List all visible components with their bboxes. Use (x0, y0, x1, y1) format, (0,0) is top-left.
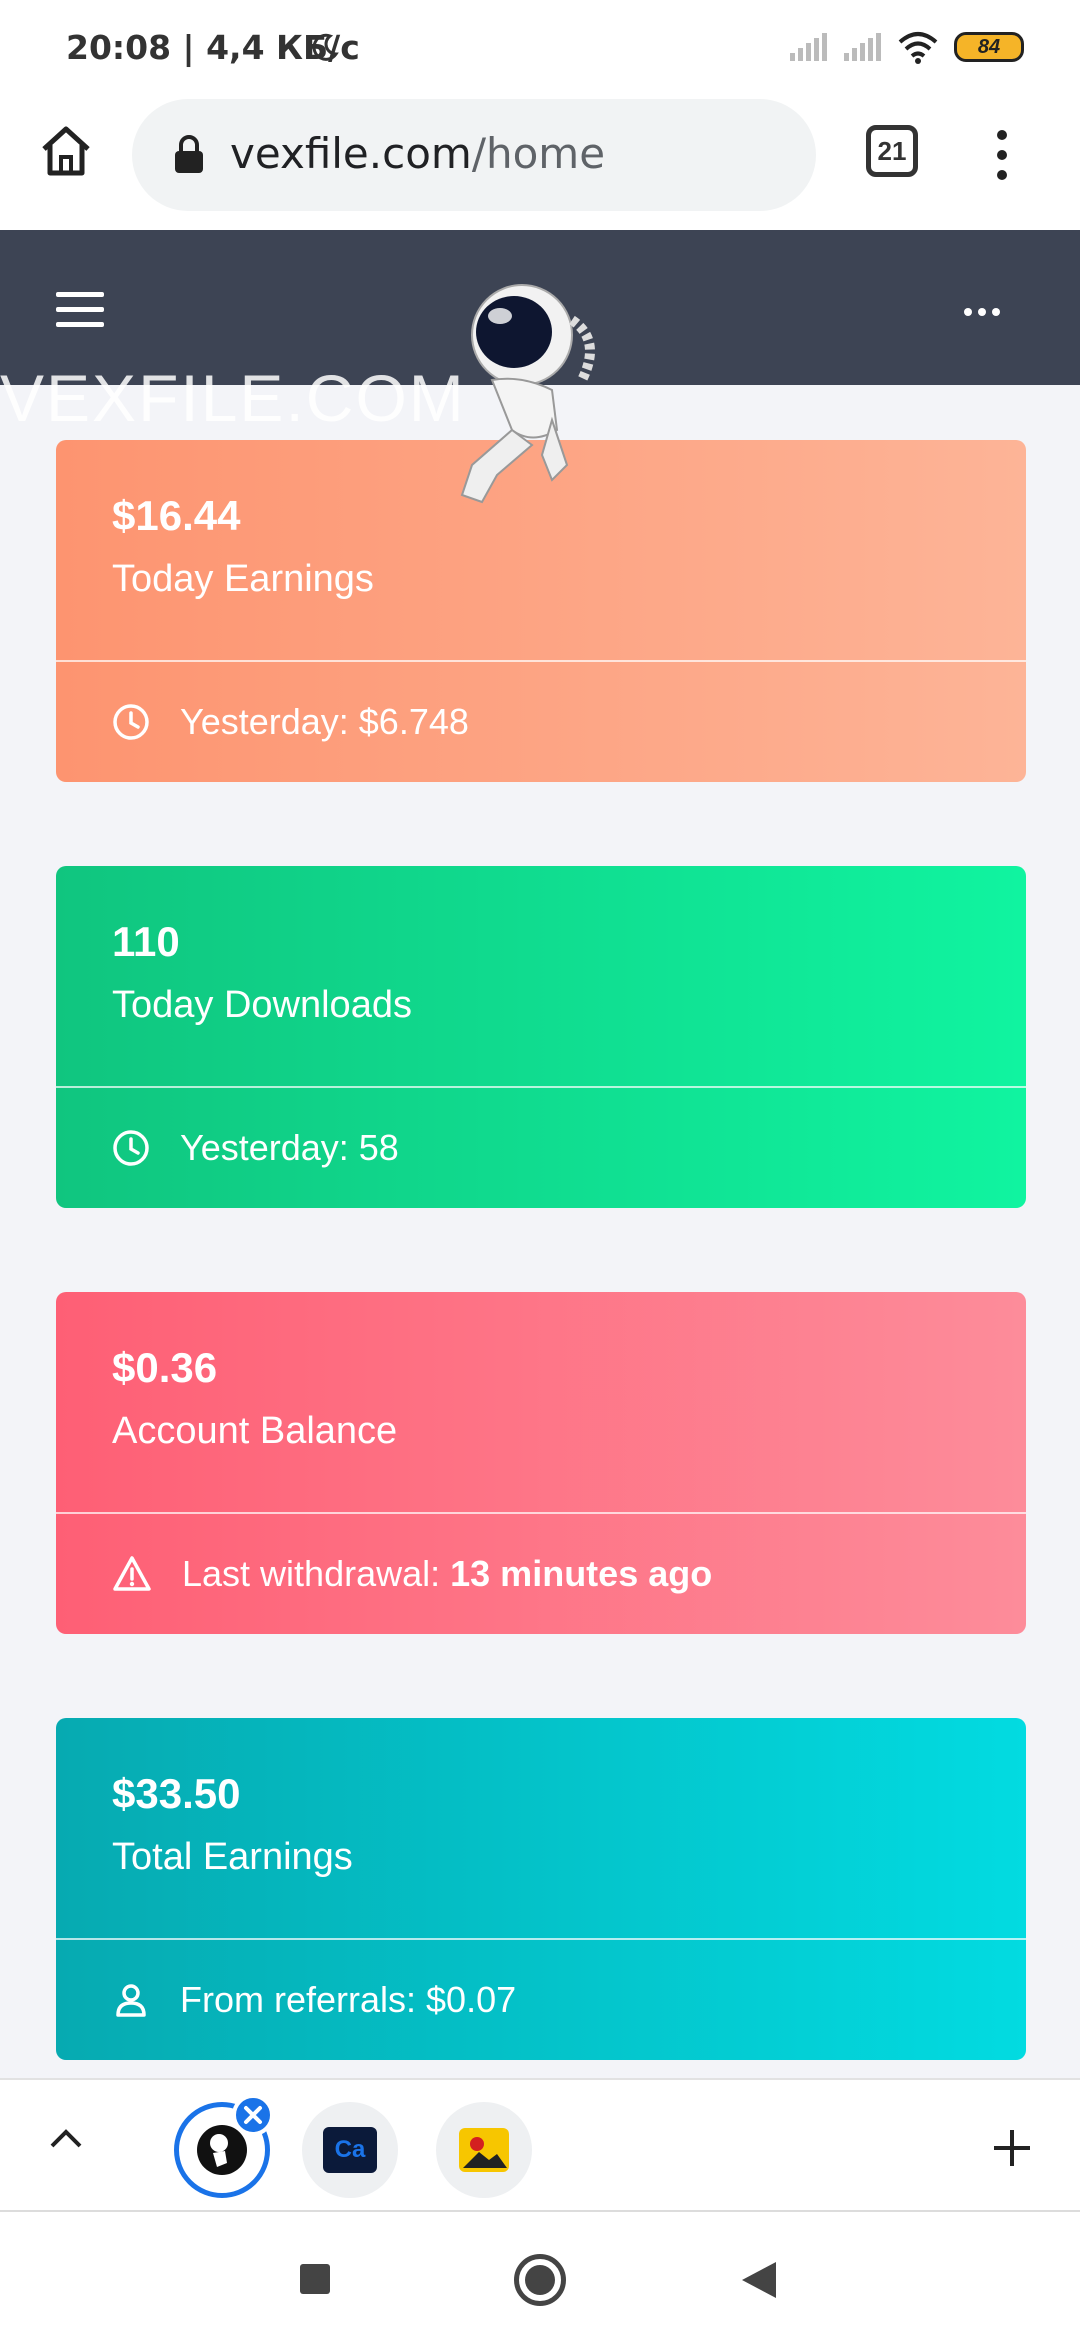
card-label: Today Downloads (112, 984, 412, 1026)
tab-thumbnail-2[interactable]: Ca (302, 2102, 398, 2198)
back-button[interactable] (742, 2262, 776, 2298)
battery-indicator: 84 (954, 32, 1024, 62)
home-nav-button[interactable] (514, 2254, 566, 2306)
browser-toolbar: vexfile.com/home 21 (0, 95, 1080, 230)
warning-icon (113, 1556, 151, 1591)
clock-icon (113, 704, 149, 740)
card-footer-bold: 13 minutes ago (450, 1553, 713, 1594)
signal-icon (790, 33, 827, 61)
url-path: /home (471, 129, 606, 178)
wifi-icon (898, 32, 938, 64)
clock-icon (113, 1130, 149, 1166)
card-value: $33.50 (112, 1770, 241, 1817)
status-bar: 20:08 | 4,4 КБ/с 84 (0, 0, 1080, 95)
system-nav-bar (0, 2212, 1080, 2340)
more-vert-icon[interactable] (990, 127, 1014, 183)
hamburger-menu-icon[interactable] (56, 292, 104, 328)
tab-strip: Ca (0, 2078, 1080, 2212)
image-favicon-icon (459, 2128, 509, 2172)
logo-text: VEXFILE.COM (0, 361, 466, 435)
tab-switcher-button[interactable]: 21 (866, 125, 918, 177)
total-earnings-card: $33.50 Total Earnings From referrals: $0… (56, 1718, 1026, 2060)
recents-button[interactable] (300, 2264, 330, 2294)
address-bar[interactable]: vexfile.com/home (132, 99, 816, 211)
url-text: vexfile.com/home (230, 129, 605, 178)
card-footer: From referrals: $0.07 (180, 1979, 517, 2020)
card-value: 110 (112, 918, 180, 965)
tab-favicon-2: Ca (323, 2127, 377, 2173)
astronaut-logo-icon (460, 284, 595, 504)
more-horiz-icon[interactable] (962, 306, 1002, 318)
card-label: Account Balance (112, 1410, 398, 1452)
card-footer-prefix: Last withdrawal: (182, 1553, 441, 1594)
url-domain: vexfile.com (230, 129, 472, 178)
new-tab-plus-icon[interactable] (992, 2128, 1032, 2168)
close-icon (244, 2106, 262, 2124)
card-footer: Yesterday: 58 (180, 1127, 399, 1168)
card-footer: Yesterday: $6.748 (180, 701, 469, 742)
card-value: $0.36 (112, 1344, 218, 1391)
today-downloads-card: 110 Today Downloads Yesterday: 58 (56, 866, 1026, 1208)
lock-icon (175, 135, 203, 173)
user-icon (116, 1984, 146, 2017)
chevron-up-icon[interactable] (48, 2126, 84, 2150)
moon-icon (312, 33, 339, 61)
card-label: Today Earnings (112, 558, 374, 600)
home-icon[interactable] (36, 121, 96, 181)
tab-thumbnail-3[interactable] (436, 2102, 532, 2198)
card-label: Total Earnings (112, 1836, 353, 1878)
account-balance-card: $0.36 Account Balance Last withdrawal: 1… (56, 1292, 1026, 1634)
signal-icon-2 (844, 33, 881, 61)
close-tab-button[interactable] (232, 2094, 274, 2136)
